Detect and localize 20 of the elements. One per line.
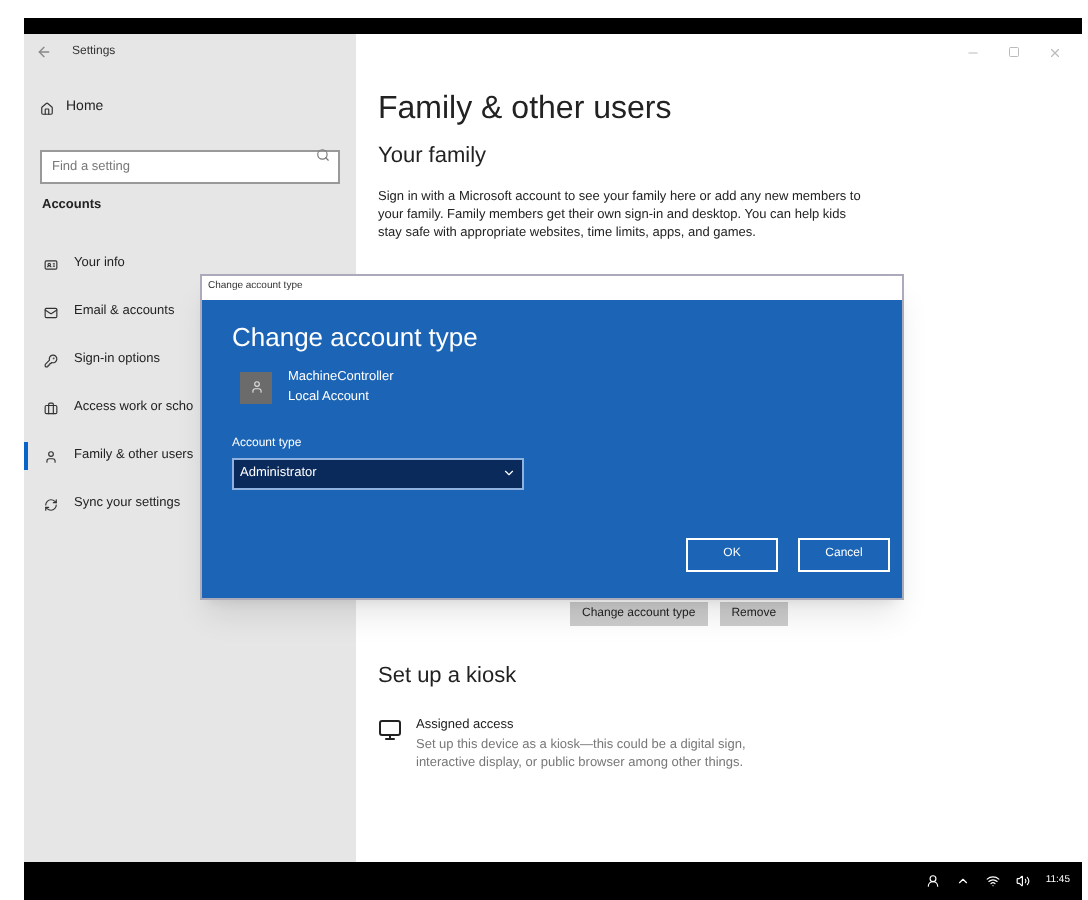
- mail-icon: [44, 305, 58, 320]
- page-title: Family & other users: [378, 94, 674, 126]
- sync-icon: [44, 497, 58, 512]
- network-icon[interactable]: [985, 874, 1000, 888]
- briefcase-icon: [44, 401, 58, 416]
- kiosk-icon: [378, 718, 402, 742]
- person-icon[interactable]: [925, 874, 940, 888]
- chevron-up-icon[interactable]: [955, 874, 970, 888]
- back-icon[interactable]: [36, 44, 52, 60]
- id-card-icon: [44, 257, 58, 272]
- chevron-down-icon: [502, 466, 516, 480]
- person-icon: [44, 449, 58, 464]
- section-heading: Your family: [378, 146, 489, 168]
- dialog-heading: Change account type: [232, 324, 480, 350]
- search-icon: [316, 147, 330, 161]
- section-heading: Set up a kiosk: [378, 666, 519, 688]
- person-icon: [249, 380, 263, 395]
- home-icon: [40, 101, 54, 116]
- key-icon: [44, 353, 58, 368]
- volume-icon[interactable]: [1015, 874, 1030, 888]
